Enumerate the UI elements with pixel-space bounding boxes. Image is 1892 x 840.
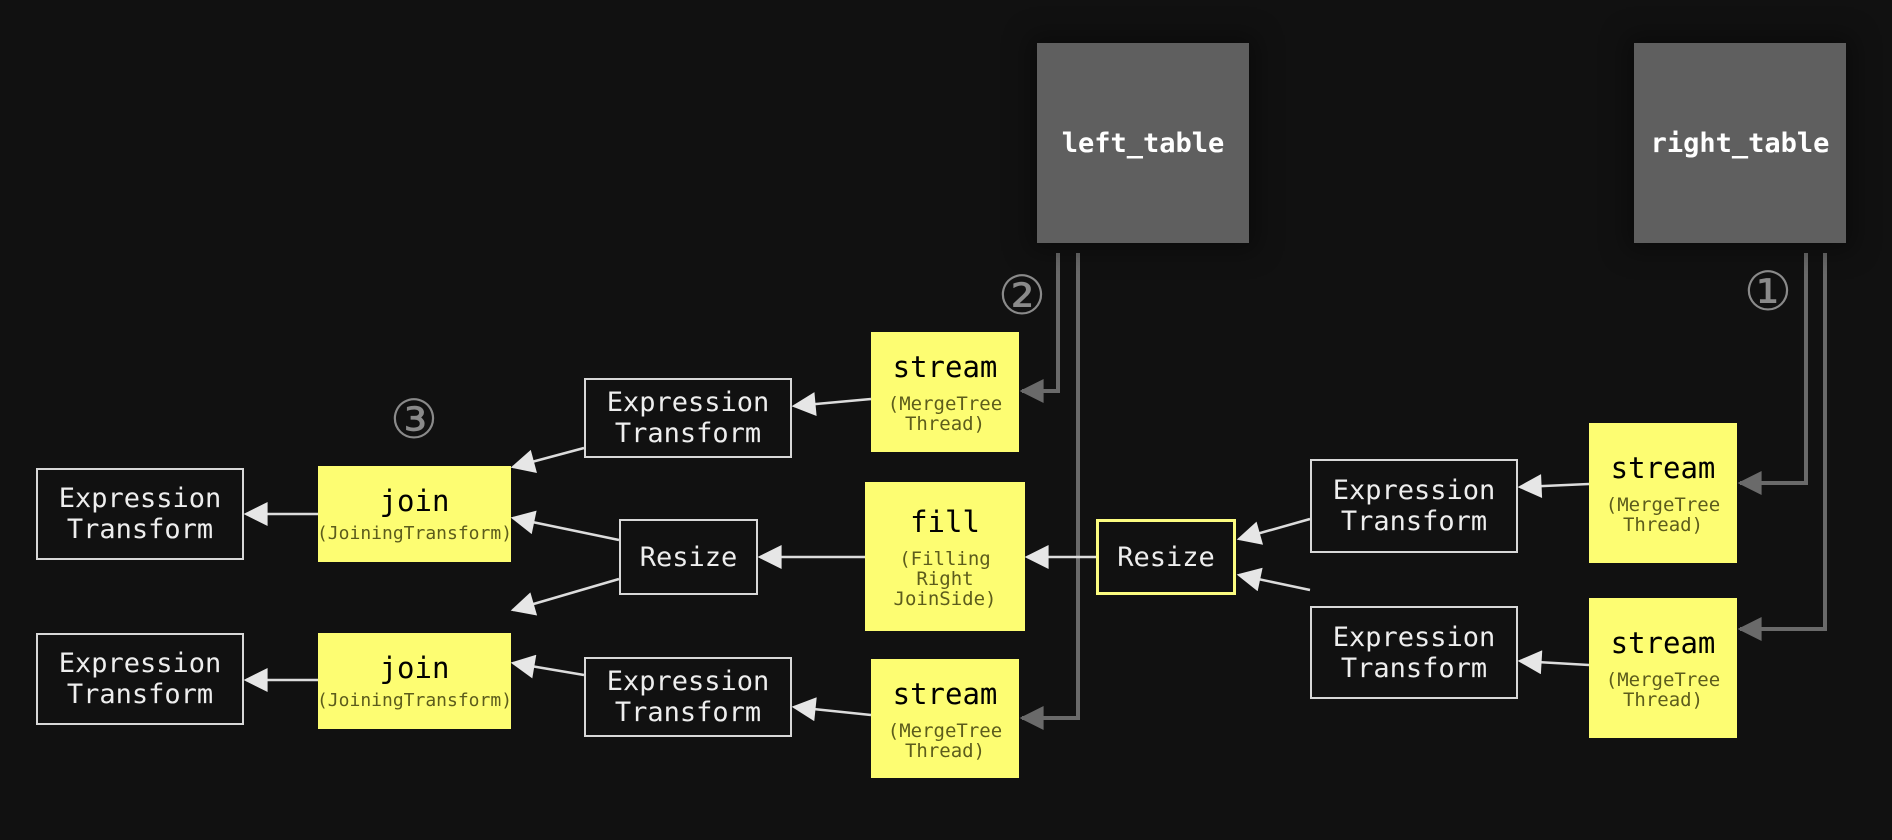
- edge-left-stream-2-to-expression: [791, 697, 872, 722]
- left-stream-1[interactable]: stream (MergeTree Thread): [871, 332, 1019, 452]
- edge-resize-to-join-2: [510, 577, 620, 616]
- left-table-node[interactable]: left_table: [1037, 43, 1249, 243]
- stream-title: stream: [1610, 451, 1716, 485]
- expression-label: Expression Transform: [58, 483, 222, 545]
- join-subtitle: (JoiningTransform): [316, 523, 513, 544]
- edge-left-stream-1-to-expression: [791, 392, 872, 416]
- left-stream-2[interactable]: stream (MergeTree Thread): [871, 659, 1019, 778]
- left-table-label: left_table: [1061, 127, 1225, 159]
- expression-label: Expression Transform: [58, 648, 222, 710]
- step-marker-two: ②: [997, 264, 1047, 327]
- expression-label: Expression Transform: [1332, 621, 1496, 684]
- right-expression-2[interactable]: Expression Transform: [1310, 606, 1518, 699]
- left-expression-2[interactable]: Expression Transform: [584, 657, 792, 737]
- output-expression-2[interactable]: Expression Transform: [36, 633, 244, 725]
- expression-label: Expression Transform: [606, 387, 770, 449]
- resize-label: Resize: [639, 541, 738, 573]
- join-title: join: [379, 651, 450, 685]
- join-1[interactable]: join (JoiningTransform): [316, 466, 513, 562]
- right-expression-1[interactable]: Expression Transform: [1310, 459, 1518, 553]
- stream-title: stream: [892, 676, 998, 711]
- stream-subtitle: (MergeTree Thread): [887, 393, 1003, 435]
- left-expression-1[interactable]: Expression Transform: [584, 378, 792, 458]
- left-resize[interactable]: Resize: [619, 519, 758, 595]
- edge-right-stream-2-to-expression: [1517, 650, 1590, 675]
- stream-subtitle: (MergeTree Thread): [1605, 669, 1721, 711]
- stream-title: stream: [892, 350, 998, 384]
- right-resize[interactable]: Resize: [1096, 519, 1236, 595]
- step-marker-one: ①: [1743, 260, 1793, 323]
- edge-right-expression-2-to-resize: [1236, 567, 1311, 592]
- stream-subtitle: (MergeTree Thread): [1605, 494, 1721, 536]
- join-subtitle: (JoiningTransform): [316, 690, 513, 711]
- edge-resize-to-join-1: [510, 510, 620, 542]
- stream-title: stream: [1610, 626, 1716, 660]
- edge-right-stream-1-to-expression: [1517, 474, 1590, 499]
- right-stream-1[interactable]: stream (MergeTree Thread): [1589, 423, 1737, 563]
- fill-node[interactable]: fill (Filling Right JoinSide): [865, 482, 1025, 631]
- edge-expression-1-to-join-1: [510, 446, 585, 474]
- output-expression-1[interactable]: Expression Transform: [36, 468, 244, 560]
- fill-subtitle: (Filling Right JoinSide): [893, 547, 997, 610]
- right-table-node[interactable]: right_table: [1634, 43, 1846, 243]
- right-table-label: right_table: [1650, 127, 1830, 159]
- resize-label: Resize: [1117, 541, 1215, 573]
- expression-label: Expression Transform: [1332, 475, 1496, 537]
- join-2[interactable]: join (JoiningTransform): [316, 633, 513, 729]
- step-marker-three: ③: [389, 388, 439, 451]
- right-stream-2[interactable]: stream (MergeTree Thread): [1589, 598, 1737, 738]
- edge-right-expression-1-to-resize: [1236, 517, 1311, 545]
- stream-subtitle: (MergeTree Thread): [887, 719, 1003, 762]
- join-title: join: [379, 484, 450, 518]
- expression-label: Expression Transform: [606, 666, 770, 728]
- fill-title: fill: [910, 504, 980, 539]
- edge-expression-2-to-join-2: [510, 654, 585, 679]
